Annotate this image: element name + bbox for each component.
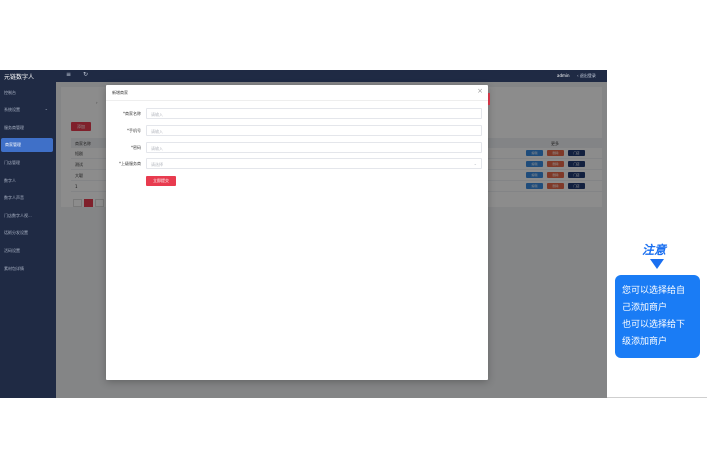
divider-line xyxy=(607,397,707,398)
parent-provider-placeholder: 请选择 xyxy=(151,162,163,167)
current-user[interactable]: admin xyxy=(557,73,570,78)
note-line: 您可以选择给自 xyxy=(622,286,686,296)
merchant-name-input[interactable]: 请输入 xyxy=(146,108,482,119)
sidebar-item-live-codes[interactable]: 活码设置 xyxy=(0,244,52,258)
note-line: 也可以选择给下 xyxy=(622,320,686,330)
chevron-down-icon: ⌄ xyxy=(473,161,477,166)
sidebar-item-label: 控制台 xyxy=(4,90,16,95)
sidebar-item-digital-humans[interactable]: 数字人 xyxy=(0,174,52,188)
merchant-name-row: *商家名称 请输入 xyxy=(106,108,488,120)
sidebar-item-store-videos[interactable]: 门店数字人视... xyxy=(0,209,52,223)
phone-label: *手机号 xyxy=(127,128,141,133)
note-line: 级添加商户 xyxy=(622,337,668,347)
password-input[interactable]: 请输入 xyxy=(146,142,482,153)
refresh-icon[interactable]: ↻ xyxy=(83,71,88,78)
dialog-title: 新增商家 xyxy=(112,90,128,95)
sidebar-item-dashboard[interactable]: 控制台 xyxy=(0,86,52,100)
sidebar-item-label: 门店数字人视... xyxy=(4,213,32,218)
add-merchant-dialog: 新增商家 × *商家名称 请输入 *手机号 请输入 *密码 请输入 *上级服务商… xyxy=(106,85,488,380)
sidebar-item-label: 门店管理 xyxy=(4,160,20,165)
sidebar-item-label: 服务商管理 xyxy=(4,125,24,130)
note-line: 己添加商户 xyxy=(622,303,668,313)
sidebar-item-system-settings[interactable]: 系统设置 ⌄ xyxy=(0,103,52,117)
merchant-name-label: *商家名称 xyxy=(123,111,141,116)
sidebar-item-label: 系统设置 xyxy=(4,107,20,112)
note-callout: 您可以选择给自 己添加商户 也可以选择给下 级添加商户 xyxy=(615,275,700,358)
parent-provider-row: *上级服务商 请选择 ⌄ xyxy=(106,158,488,170)
screenshot-stage: 元链数字人 ≡ ↻ admin ‹ 退出登录 控制台 系统设置 ⌄ 服务商管理 商… xyxy=(0,0,720,450)
phone-row: *手机号 请输入 xyxy=(106,125,488,137)
brand-name: 元链数字人 xyxy=(4,74,35,81)
sidebar-item-stores[interactable]: 门店管理 xyxy=(0,156,52,170)
phone-input[interactable]: 请输入 xyxy=(146,125,482,136)
close-icon[interactable]: × xyxy=(477,87,483,95)
sidebar-item-label: 活码设置 xyxy=(4,248,20,253)
sidebar-item-material-packs[interactable]: 素材包详情 xyxy=(0,262,52,276)
sidebar-item-label: 数字人声音 xyxy=(4,195,24,200)
menu-toggle-icon[interactable]: ≡ xyxy=(66,71,71,78)
dialog-divider xyxy=(106,100,488,101)
parent-provider-select[interactable]: 请选择 ⌄ xyxy=(146,158,482,169)
logout-link[interactable]: ‹ 退出登录 xyxy=(577,73,596,79)
parent-provider-label: *上级服务商 xyxy=(119,161,141,166)
sidebar-item-providers[interactable]: 服务商管理 xyxy=(0,121,52,135)
sidebar-item-label: 话術分发设置 xyxy=(4,230,28,235)
submit-button[interactable]: 立即提交 xyxy=(146,176,176,186)
arrow-down-icon xyxy=(650,259,664,269)
sidebar-item-script-dispatch[interactable]: 话術分发设置 xyxy=(0,226,52,240)
sidebar: 控制台 系统设置 ⌄ 服务商管理 商家管理 门店管理 数字人 数字人声音 门店数字… xyxy=(0,82,56,398)
password-row: *密码 请输入 xyxy=(106,142,488,154)
sidebar-item-voices[interactable]: 数字人声音 xyxy=(0,191,52,205)
top-bar: 元链数字人 ≡ ↻ admin ‹ 退出登录 xyxy=(0,70,607,82)
password-label: *密码 xyxy=(131,145,141,150)
chevron-down-icon: ⌄ xyxy=(44,106,48,111)
note-title: 注意 xyxy=(642,243,667,257)
sidebar-item-label: 商家管理 xyxy=(5,142,21,147)
logout-label: 退出登录 xyxy=(579,73,596,78)
sidebar-item-merchants[interactable]: 商家管理 xyxy=(1,138,53,152)
sidebar-item-label: 素材包详情 xyxy=(4,266,24,271)
sidebar-item-label: 数字人 xyxy=(4,178,16,183)
